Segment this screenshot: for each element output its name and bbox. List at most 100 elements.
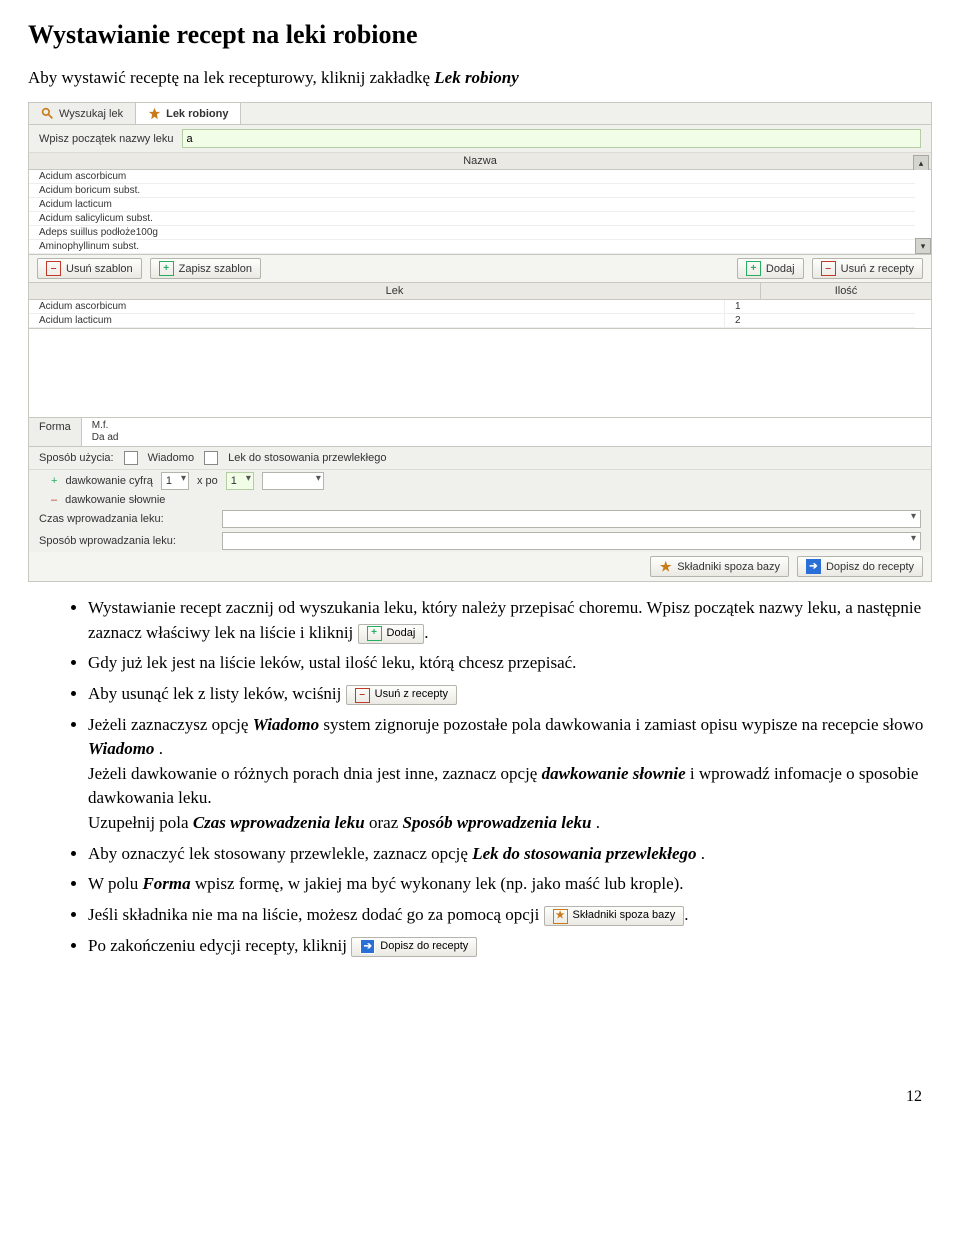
inline-remove-button[interactable]: – Usuń z recepty <box>346 685 457 705</box>
table-row[interactable]: Acidum ascorbicum 1 <box>29 300 915 314</box>
blank-grid-area <box>29 329 931 418</box>
intro-tab-name: Lek robiony <box>434 68 519 87</box>
time-select[interactable] <box>222 510 921 528</box>
text-em: Lek do stosowania przewlekłego <box>472 844 696 863</box>
list-item[interactable]: Aminophyllinum subst. <box>29 240 915 254</box>
text: Uzupełnij pola <box>88 813 193 832</box>
remove-template-label: Usuń szablon <box>66 263 133 275</box>
column-name-header: Nazwa <box>463 155 497 167</box>
inline-append-button[interactable]: ➔ Dopisz do recepty <box>351 937 477 957</box>
remove-template-button[interactable]: – Usuń szablon <box>37 258 142 279</box>
forma-input[interactable]: M.f. Da ad <box>82 418 931 446</box>
method-label: Sposób wprowadzania leku: <box>39 535 214 547</box>
plus-icon: + <box>159 261 174 276</box>
minus-icon: – <box>51 494 57 506</box>
list-item[interactable]: Acidum salicylicum subst. <box>29 212 915 226</box>
inline-append-label: Dopisz do recepty <box>380 939 468 955</box>
time-row: Czas wprowadzania leku: <box>29 508 931 530</box>
external-ingredients-button[interactable]: ★ Składniki spoza bazy <box>650 556 789 577</box>
wiadomo-checkbox[interactable] <box>124 451 138 465</box>
method-row: Sposób wprowadzania leku: <box>29 530 931 552</box>
search-input[interactable] <box>182 129 922 148</box>
inline-external-button[interactable]: ★ Składniki spoza bazy <box>544 906 685 926</box>
added-drug-qty[interactable]: 2 <box>724 314 915 327</box>
list-item: Aby oznaczyć lek stosowany przewlekle, z… <box>88 842 932 867</box>
tab-search-drug[interactable]: Wyszukaj lek <box>29 103 136 124</box>
remove-from-rx-label: Usuń z recepty <box>841 263 914 275</box>
text: . <box>596 813 600 832</box>
template-button-bar: – Usuń szablon + Zapisz szablon + Dodaj … <box>29 255 931 283</box>
text-em: dawkowanie słownie <box>542 764 686 783</box>
text: Wystawianie recept zacznij od wyszukania… <box>88 598 921 642</box>
arrow-right-icon: ➔ <box>360 939 375 954</box>
list-item[interactable]: Acidum lacticum <box>29 198 915 212</box>
scroll-up-icon[interactable]: ▴ <box>913 155 929 171</box>
substance-list[interactable]: Acidum ascorbicum Acidum boricum subst. … <box>29 170 931 255</box>
list-item: Gdy już lek jest na liście leków, ustal … <box>88 651 932 676</box>
time-label: Czas wprowadzania leku: <box>39 513 214 525</box>
dosing-times-select[interactable]: 1 <box>161 472 189 490</box>
search-icon <box>41 107 54 120</box>
inline-external-label: Składniki spoza bazy <box>573 908 676 924</box>
add-button[interactable]: + Dodaj <box>737 258 804 279</box>
list-item: W polu Forma wpisz formę, w jakiej ma by… <box>88 872 932 897</box>
added-drug-name: Acidum lacticum <box>29 314 724 327</box>
dosing-unit-select[interactable] <box>262 472 324 490</box>
text-em: Wiadomo <box>253 715 319 734</box>
dosing-amount-select[interactable]: 1 <box>226 472 254 490</box>
method-select[interactable] <box>222 532 921 550</box>
save-template-button[interactable]: + Zapisz szablon <box>150 258 261 279</box>
usage-row: Sposób użycia: Wiadomo Lek do stosowania… <box>29 447 931 470</box>
scroll-down-icon[interactable]: ▾ <box>915 238 931 254</box>
tab-bar: Wyszukaj lek Lek robiony <box>29 103 931 125</box>
text-em: Forma <box>142 874 190 893</box>
list-item: Aby usunąć lek z listy leków, wciśnij – … <box>88 682 932 707</box>
add-label: Dodaj <box>766 263 795 275</box>
dosing-numeric-label: dawkowanie cyfrą <box>65 475 152 487</box>
inline-remove-label: Usuń z recepty <box>375 687 448 703</box>
column-lek-header: Lek <box>29 283 761 299</box>
list-item[interactable]: Adeps suillus podłoże100g <box>29 226 915 240</box>
arrow-right-icon: ➔ <box>806 559 821 574</box>
tab-custom-label: Lek robiony <box>166 108 228 120</box>
forma-row: Forma M.f. Da ad <box>29 418 931 447</box>
list-item: Jeżeli zaznaczysz opcję Wiadomo system z… <box>88 713 932 836</box>
added-list[interactable]: Acidum ascorbicum 1 Acidum lacticum 2 <box>29 300 931 329</box>
list-item: Po zakończeniu edycji recepty, kliknij ➔… <box>88 934 932 959</box>
text: Po zakończeniu edycji recepty, kliknij <box>88 936 351 955</box>
plus-icon: + <box>367 626 382 641</box>
substance-grid-header: Nazwa ▴ <box>29 153 931 170</box>
text: oraz <box>369 813 403 832</box>
search-row: Wpisz początek nazwy leku <box>29 125 931 153</box>
list-item[interactable]: Acidum boricum subst. <box>29 184 915 198</box>
plus-icon: + <box>746 261 761 276</box>
added-drug-qty[interactable]: 1 <box>724 300 915 313</box>
text: . <box>701 844 705 863</box>
added-drug-name: Acidum ascorbicum <box>29 300 724 313</box>
dosing-xpo-label: x po <box>197 475 218 487</box>
instruction-list: Wystawianie recept zacznij od wyszukania… <box>28 596 932 958</box>
text: Aby oznaczyć lek stosowany przewlekle, z… <box>88 844 472 863</box>
table-row[interactable]: Acidum lacticum 2 <box>29 314 915 328</box>
added-grid-header: Lek Ilość <box>29 283 931 300</box>
column-qty-header: Ilość <box>761 283 931 299</box>
append-to-prescription-button[interactable]: ➔ Dopisz do recepty <box>797 556 923 577</box>
tab-custom-drug[interactable]: Lek robiony <box>136 103 241 124</box>
chronic-checkbox[interactable] <box>204 451 218 465</box>
wiadomo-label: Wiadomo <box>148 452 194 464</box>
intro-text: Aby wystawić receptę na lek recepturowy,… <box>28 68 434 87</box>
star-icon: ★ <box>553 909 568 924</box>
remove-from-prescription-button[interactable]: – Usuń z recepty <box>812 258 923 279</box>
text: Jeśli składnika nie ma na liście, możesz… <box>88 905 544 924</box>
star-icon: ★ <box>659 560 672 573</box>
text: system zignoruje pozostałe pola dawkowan… <box>323 715 923 734</box>
chronic-label: Lek do stosowania przewlekłego <box>228 452 386 464</box>
text-em: Czas wprowadzenia leku <box>193 813 365 832</box>
inline-add-button[interactable]: + Dodaj <box>358 624 425 644</box>
search-label: Wpisz początek nazwy leku <box>39 133 174 145</box>
tab-search-label: Wyszukaj lek <box>59 108 123 120</box>
list-item[interactable]: Acidum ascorbicum <box>29 170 915 184</box>
minus-icon: – <box>821 261 836 276</box>
dosing-numeric-row: + dawkowanie cyfrą 1 x po 1 <box>29 470 931 492</box>
text: wpisz formę, w jakiej ma być wykonany le… <box>195 874 684 893</box>
